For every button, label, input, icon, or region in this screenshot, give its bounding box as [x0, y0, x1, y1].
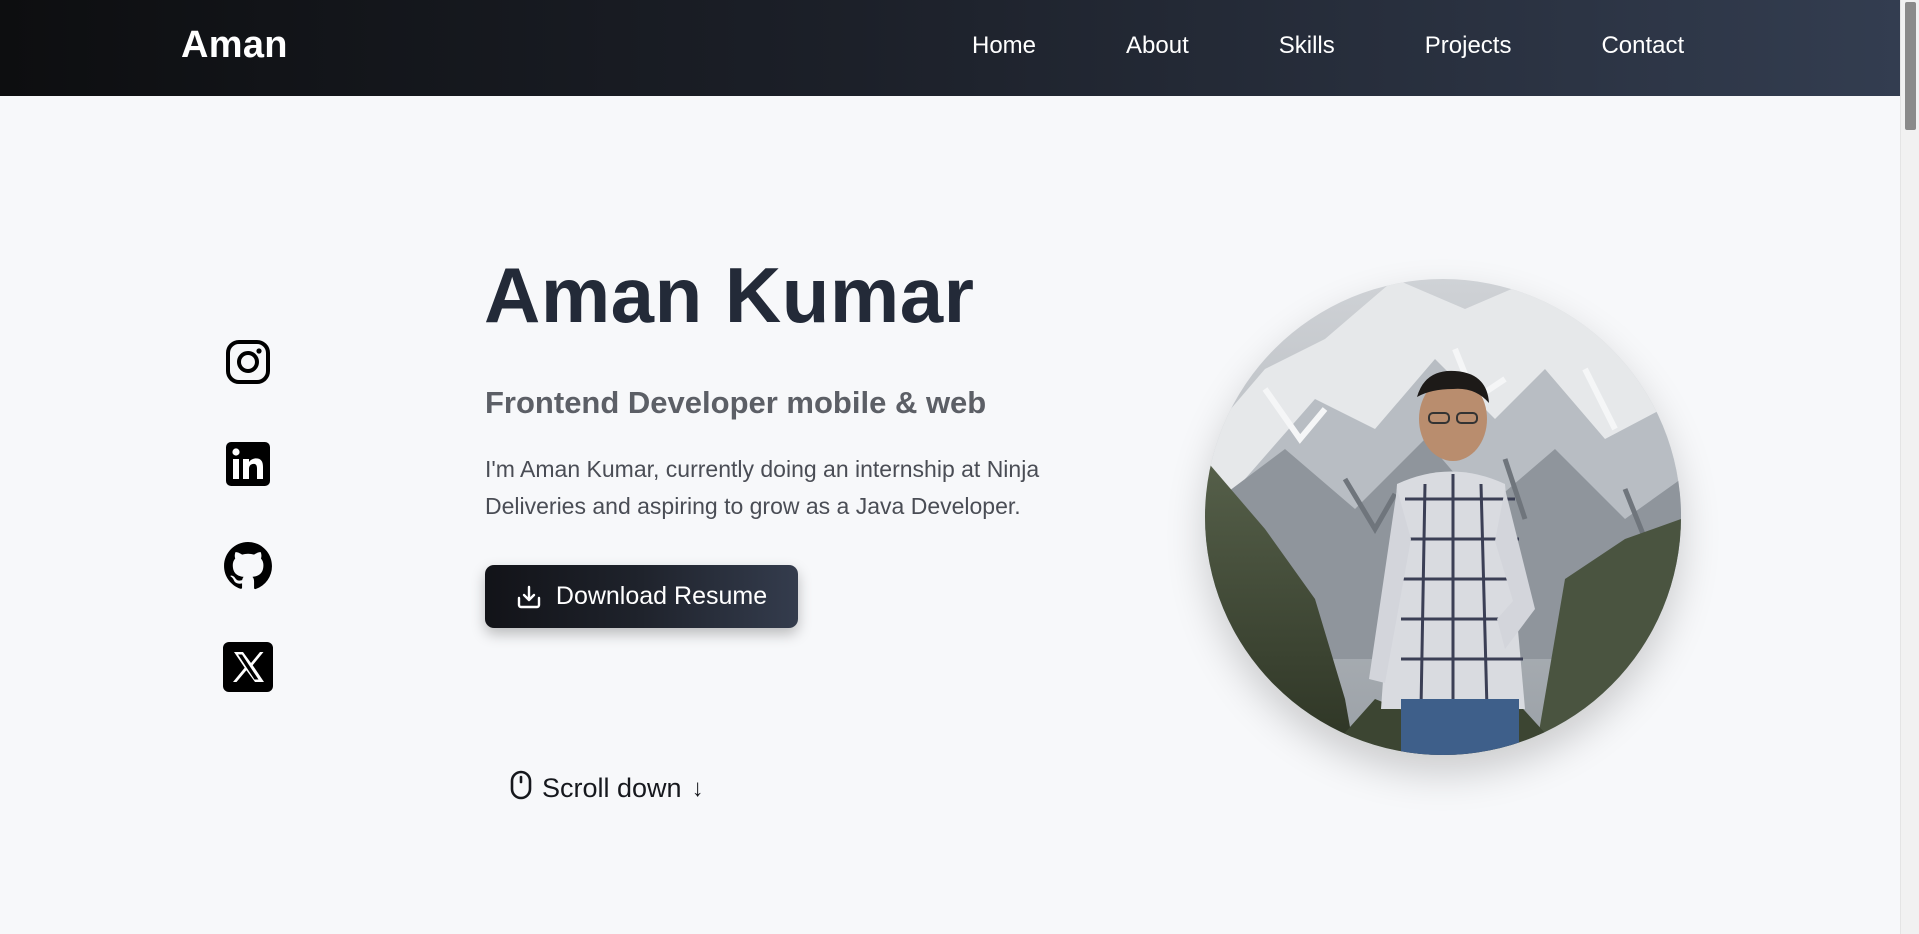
download-icon	[516, 584, 542, 610]
profile-photo	[1205, 279, 1681, 755]
nav-about[interactable]: About	[1126, 32, 1189, 60]
download-resume-label: Download Resume	[555, 582, 768, 610]
scroll-down-link[interactable]: Scroll down ↓	[510, 770, 704, 807]
hero-description: I'm Aman Kumar, currently doing an inter…	[485, 456, 1040, 519]
x-icon[interactable]	[222, 641, 274, 693]
mouse-icon	[510, 770, 532, 807]
scroll-down-label: Scroll down	[542, 773, 682, 803]
nav-links: Home About Skills Projects Contact	[972, 32, 1684, 60]
arrow-down-icon: ↓	[691, 774, 704, 802]
scrollbar[interactable]	[1900, 0, 1919, 934]
nav-home[interactable]: Home	[972, 32, 1036, 60]
download-resume-button[interactable]: Download Resume	[485, 565, 798, 628]
nav-projects[interactable]: Projects	[1425, 32, 1512, 60]
instagram-icon[interactable]	[222, 336, 274, 388]
hero-title: Aman Kumar	[484, 251, 975, 339]
brand-logo[interactable]: Aman	[181, 24, 288, 67]
nav-contact[interactable]: Contact	[1601, 32, 1684, 60]
navbar: Aman Home About Skills Projects Contact	[0, 0, 1900, 96]
nav-skills[interactable]: Skills	[1279, 32, 1335, 60]
github-icon[interactable]	[222, 540, 274, 592]
linkedin-icon[interactable]	[222, 438, 274, 490]
scrollbar-thumb[interactable]	[1905, 2, 1916, 130]
hero-subtitle: Frontend Developer mobile & web	[485, 385, 987, 420]
